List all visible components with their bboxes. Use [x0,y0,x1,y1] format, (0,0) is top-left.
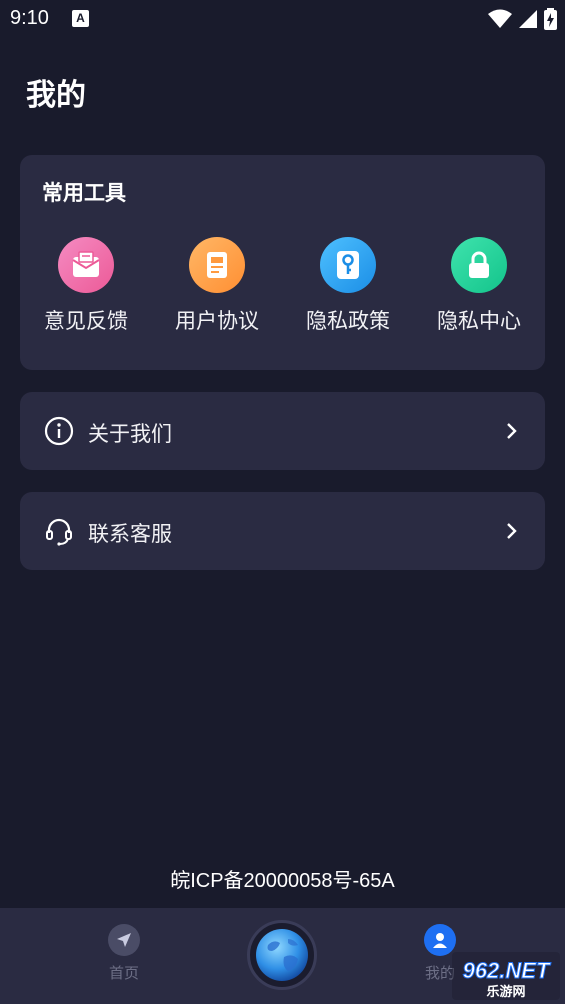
status-icons [488,8,557,30]
document-icon [189,237,245,293]
customer-service-label: 联系客服 [88,522,172,546]
about-us-label: 关于我们 [88,422,172,446]
tool-label: 用户协议 [175,309,259,333]
info-icon [44,416,74,446]
chevron-right-icon [507,523,517,539]
tool-label: 隐私中心 [437,309,521,333]
nav-home-label: 首页 [108,964,139,982]
tool-feedback[interactable]: 意见反馈 [26,237,146,335]
globe-icon [256,929,308,981]
page-title: 我的 [26,78,86,113]
svg-text:乐游网: 乐游网 [486,984,525,1000]
notification-icon: A [72,10,89,27]
tool-privacy-center[interactable]: 隐私中心 [419,237,539,335]
wifi-icon [488,9,512,28]
icp-text: 皖ICP备20000058号-65A [170,870,395,892]
battery-icon [544,8,557,30]
nav-home[interactable]: 首页 [92,924,156,983]
watermark-logo: 962.NET 乐游网 [452,952,560,1000]
tool-label: 意见反馈 [44,309,128,333]
tool-user-agreement[interactable]: 用户协议 [157,237,277,335]
about-us-row[interactable]: 关于我们 [20,392,545,470]
mail-icon [58,237,114,293]
tools-title: 常用工具 [42,181,126,205]
lock-icon [451,237,507,293]
tools-card: 常用工具 意见反馈 用户协议 隐私政策 隐私中心 [20,155,545,370]
svg-text:962.NET: 962.NET [463,958,551,983]
tool-label: 隐私政策 [306,309,390,333]
signal-icon [519,10,537,28]
status-bar: 9:10 A [0,0,565,40]
customer-service-row[interactable]: 联系客服 [20,492,545,570]
nav-center-globe[interactable] [247,920,317,990]
key-icon [320,237,376,293]
status-time: 9:10 [10,7,49,29]
tool-privacy-policy[interactable]: 隐私政策 [288,237,408,335]
headset-icon [46,518,72,546]
chevron-right-icon [507,423,517,439]
navigation-arrow-icon [108,924,140,956]
